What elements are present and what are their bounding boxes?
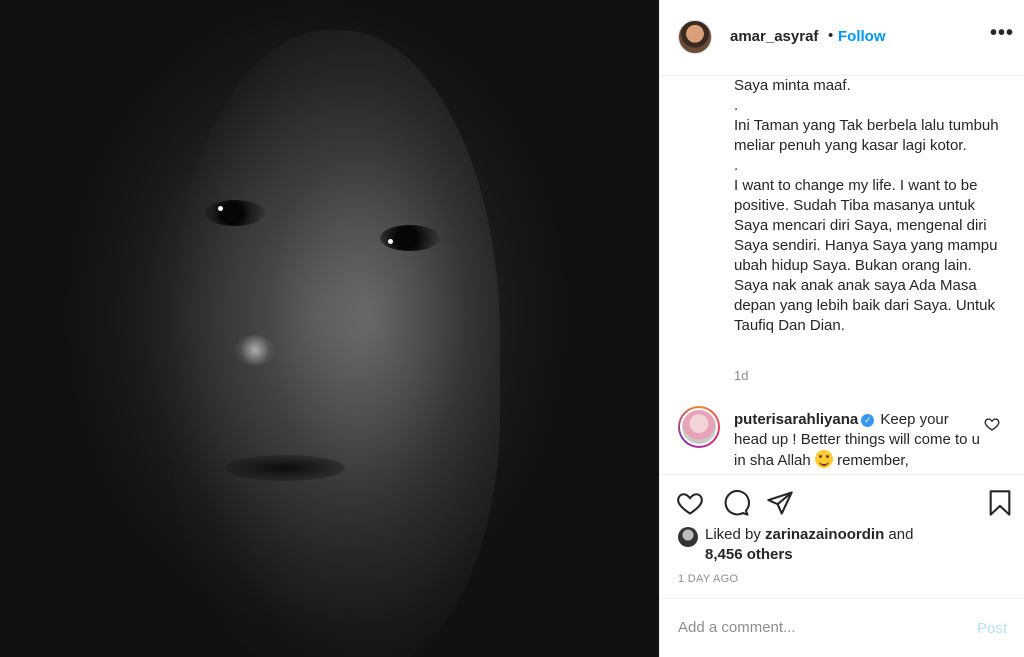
follow-button[interactable]: Follow (838, 28, 886, 45)
comments-section[interactable]: Saya minta maaf. . Ini Taman yang Tak be… (660, 76, 1024, 474)
mouth-shadow (225, 455, 345, 481)
comment: puterisarahliyana ✓ Keep your head up ! B… (734, 410, 984, 471)
more-options-icon[interactable]: ••• (990, 22, 1014, 45)
smiling-face-emoji-icon (814, 450, 833, 468)
commenter-avatar[interactable] (678, 406, 720, 448)
comment-bubble-icon[interactable] (722, 489, 750, 517)
post-timestamp[interactable]: 1 DAY AGO (678, 573, 738, 585)
nose-highlight (235, 335, 275, 365)
left-eye (205, 200, 265, 226)
paper-plane-icon[interactable] (766, 489, 794, 517)
add-comment-bar: Post (660, 598, 1024, 657)
author-username[interactable]: amar_asyraf (730, 28, 818, 45)
comment-input[interactable] (678, 619, 958, 636)
post-actions: Liked by zarinazainoordin and 8,456 othe… (660, 474, 1024, 598)
author-avatar[interactable] (678, 20, 712, 54)
caption-age[interactable]: 1d (734, 368, 748, 383)
right-eye (380, 225, 440, 251)
comment-like-heart-icon[interactable] (984, 416, 1000, 432)
likes-count[interactable]: 8,456 others (705, 546, 793, 563)
verified-badge-icon: ✓ (861, 414, 875, 427)
post-comment-button[interactable]: Post (977, 620, 1007, 637)
liked-by-label: Liked by (705, 526, 761, 543)
liker-username[interactable]: zarinazainoordin (765, 526, 884, 543)
face-shape (170, 30, 500, 657)
post-header: amar_asyraf • Follow ••• (660, 0, 1024, 76)
liker-avatar[interactable] (678, 527, 698, 547)
commenter-username[interactable]: puterisarahliyana (734, 411, 858, 428)
likes-conjunction: and (888, 526, 914, 543)
post-sidebar: amar_asyraf • Follow ••• Saya minta maaf… (659, 0, 1024, 657)
separator-dot: • (828, 27, 834, 44)
post-caption: Saya minta maaf. . Ini Taman yang Tak be… (734, 77, 999, 334)
post-photo[interactable] (0, 0, 659, 657)
heart-icon[interactable] (676, 489, 704, 517)
bookmark-icon[interactable] (986, 489, 1014, 517)
comment-text-continued: remember, (837, 452, 909, 469)
